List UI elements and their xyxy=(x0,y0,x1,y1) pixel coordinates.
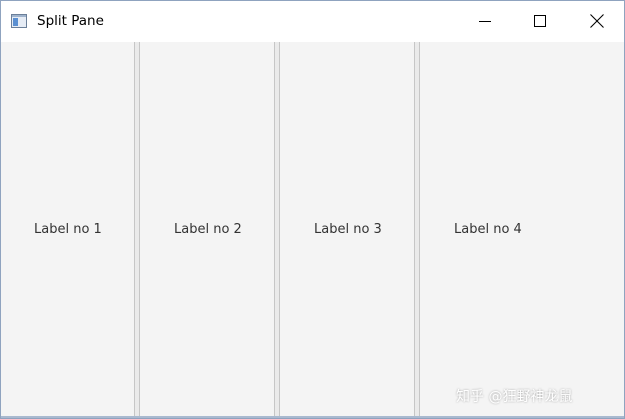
pane-label-1: Label no 1 xyxy=(34,222,102,237)
app-window: Split Pane Label no 1 Label no 2 Label n… xyxy=(0,0,625,419)
minimize-button[interactable] xyxy=(462,1,508,41)
pane-3: Label no 3 xyxy=(280,42,414,416)
pane-label-4: Label no 4 xyxy=(454,222,522,237)
pane-2: Label no 2 xyxy=(140,42,274,416)
close-icon xyxy=(590,14,604,28)
title-bar[interactable]: Split Pane xyxy=(1,1,624,41)
pane-1: Label no 1 xyxy=(1,42,134,416)
window-bottom-edge xyxy=(1,416,624,418)
minimize-icon xyxy=(479,21,491,22)
window-icon xyxy=(11,14,27,28)
pane-label-3: Label no 3 xyxy=(314,222,382,237)
pane-label-2: Label no 2 xyxy=(174,222,242,237)
pane-4: Label no 4 xyxy=(420,42,624,416)
maximize-button[interactable] xyxy=(517,1,563,41)
watermark: 知乎 @狂野神龙鼠 xyxy=(456,389,573,405)
close-button[interactable] xyxy=(574,1,620,41)
split-pane: Label no 1 Label no 2 Label no 3 Label n… xyxy=(1,42,624,416)
maximize-icon xyxy=(534,15,546,27)
window-title: Split Pane xyxy=(37,13,104,29)
